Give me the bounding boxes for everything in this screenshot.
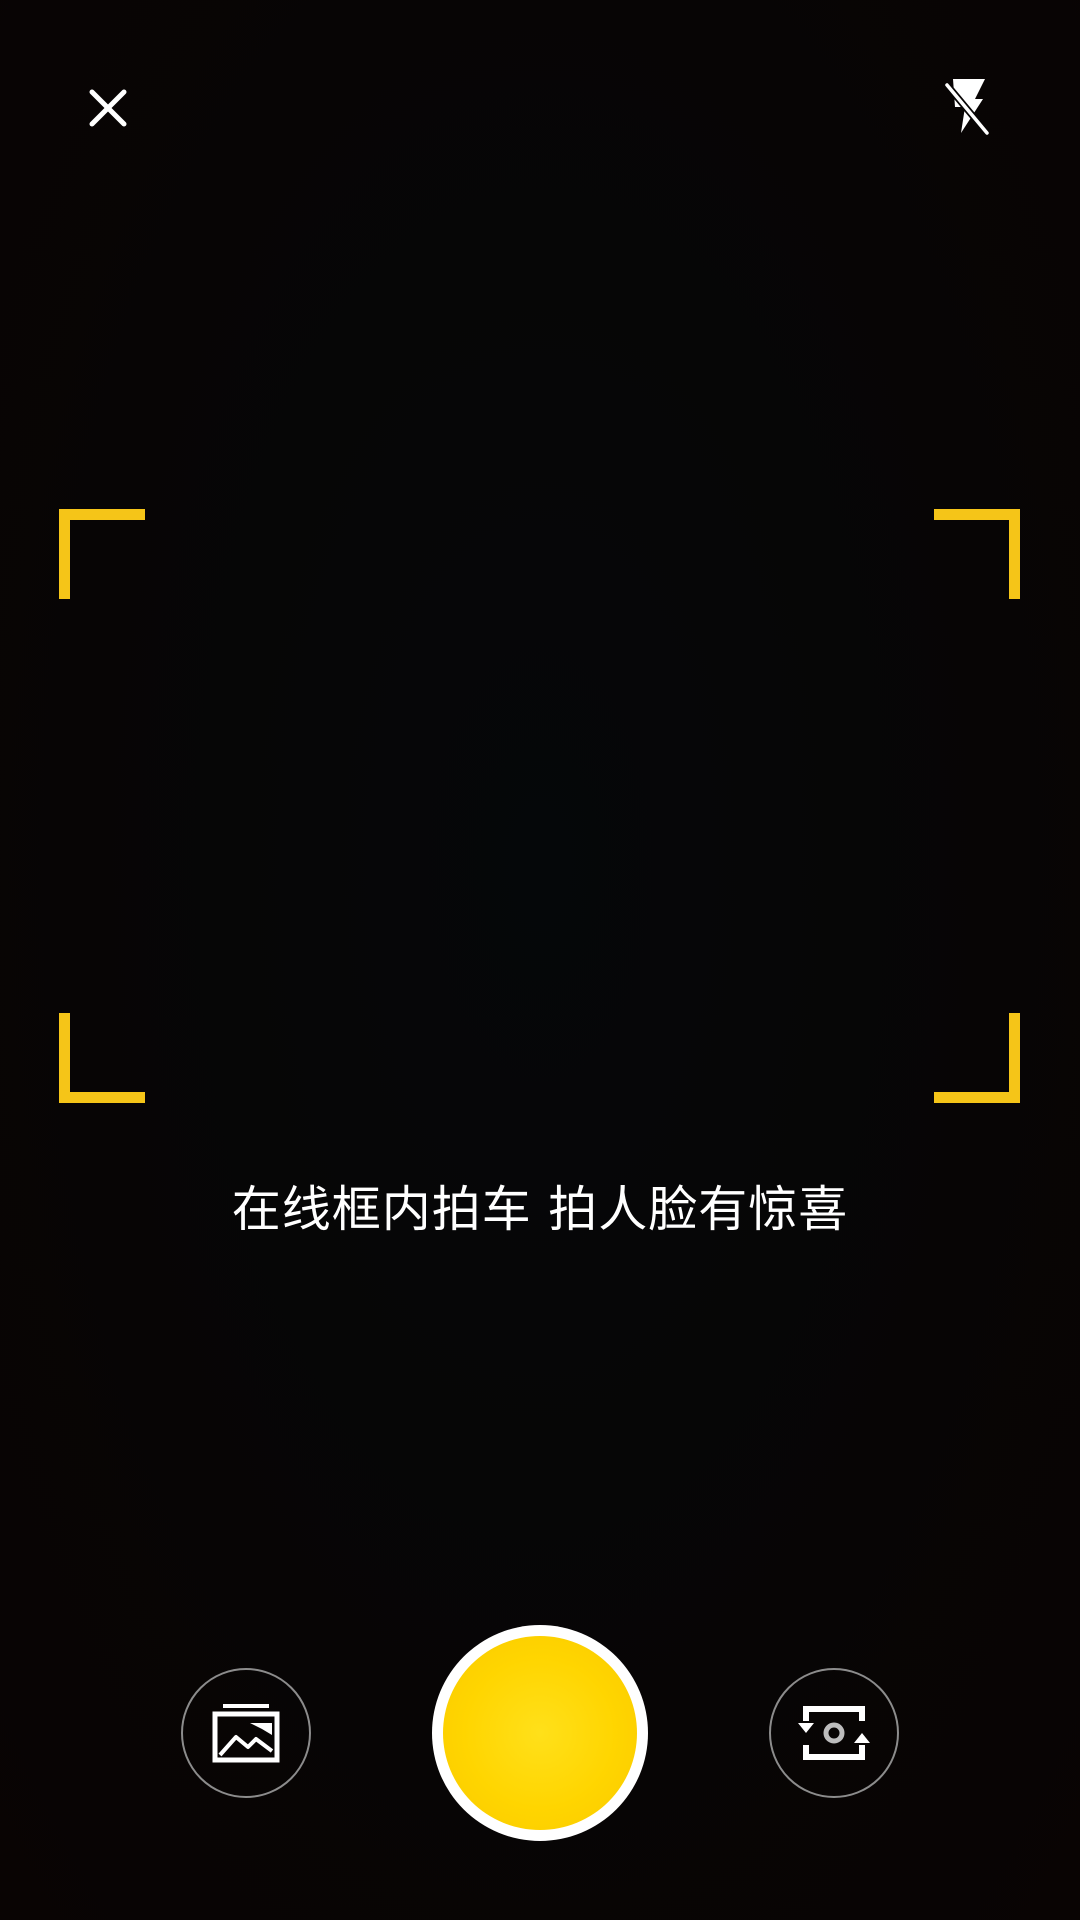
flash-toggle-button[interactable] xyxy=(922,62,1012,152)
frame-corner-top-right xyxy=(934,509,1020,599)
close-icon xyxy=(89,89,127,127)
capture-hint-text: 在线框内拍车 拍人脸有惊喜 xyxy=(231,1181,849,1238)
gallery-button[interactable] xyxy=(181,1668,311,1798)
frame-corner-top-left xyxy=(59,509,145,599)
close-button[interactable] xyxy=(63,63,153,153)
shutter-button[interactable] xyxy=(432,1625,648,1841)
frame-corner-bottom-right xyxy=(934,1013,1020,1103)
shutter-button-fill xyxy=(443,1636,637,1830)
gallery-icon xyxy=(212,1704,280,1763)
switch-camera-button[interactable] xyxy=(769,1668,899,1798)
switch-camera-icon xyxy=(798,1706,870,1760)
camera-screen: 在线框内拍车 拍人脸有惊喜 xyxy=(0,0,1080,1920)
frame-corner-bottom-left xyxy=(59,1013,145,1103)
flash-off-icon xyxy=(944,79,990,136)
